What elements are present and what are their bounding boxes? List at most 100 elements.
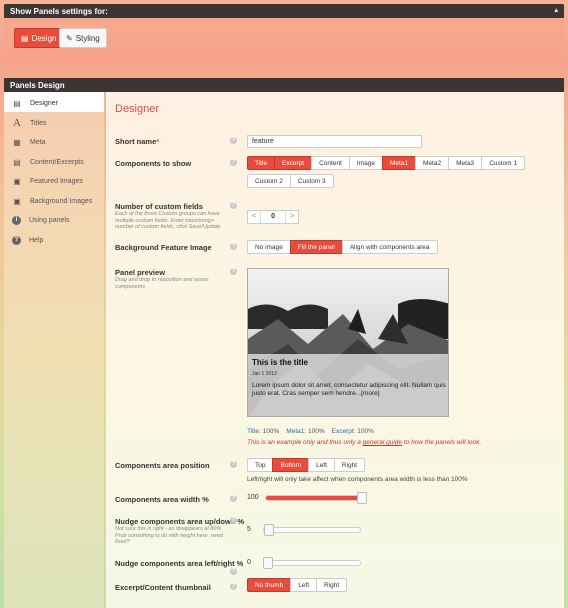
component-meta2-button[interactable]: Meta2 (415, 156, 450, 170)
slider-handle[interactable] (357, 491, 367, 504)
stat-excerpt-name: Excerpt: (331, 428, 356, 435)
preview-card[interactable]: This is the title Jan 1 2013 Lorem ipsum… (248, 354, 448, 416)
preview-stats: Title: 100% Meta1: 100% Excerpt: 100% (247, 428, 374, 435)
design-button[interactable]: ▤ Design (14, 28, 64, 48)
components-label: Components to show (115, 159, 192, 168)
titles-icon: A (13, 117, 21, 130)
help-icon[interactable]: ? (230, 568, 237, 575)
sidebar: ▤ Designer A Titles ▦ Meta ▤ Content/Exc… (4, 92, 105, 608)
help-icon[interactable]: ? (230, 461, 237, 468)
components-position-label: Components area position (115, 461, 210, 470)
sidebar-item-background-images[interactable]: ▣ Background Images (4, 190, 104, 210)
thumb-left-button[interactable]: Left (290, 578, 318, 592)
sidebar-item-content[interactable]: ▤ Content/Excerpts (4, 151, 104, 171)
short-name-label: Short name* (115, 137, 159, 146)
page-title: Designer (115, 103, 160, 115)
help-icon[interactable]: ? (230, 495, 237, 502)
align-components-button[interactable]: Align with components area (341, 240, 438, 254)
nudge-leftright-slider[interactable]: 0 (247, 556, 361, 569)
slider-track[interactable] (265, 491, 367, 504)
image-icon: ▣ (13, 177, 21, 187)
help-icon[interactable]: ? (230, 268, 237, 275)
settings-toggle-area: ▤ Design ✎ Styling (4, 18, 564, 66)
styling-label: Styling (75, 33, 100, 43)
sidebar-item-label: Titles (30, 119, 47, 127)
preview-card-meta: Jan 1 2013 (252, 371, 277, 377)
sidebar-item-help[interactable]: ? Help (4, 229, 104, 249)
bg-feature-label: Background Feature Image (115, 243, 212, 252)
pencil-icon: ✎ (66, 33, 73, 43)
help-icon[interactable]: ? (230, 159, 237, 166)
note-text-end: to how the panels will look. (402, 439, 482, 446)
nudge-updown-slider[interactable]: 5 (247, 523, 361, 536)
component-meta3-button[interactable]: Meta3 (448, 156, 483, 170)
info-icon: i (12, 216, 21, 226)
designer-panel: Designer Short name* ? feature Component… (106, 92, 564, 608)
help-icon[interactable]: ? (230, 243, 237, 250)
help-icon[interactable]: ? (230, 202, 237, 209)
no-image-button[interactable]: No image (247, 240, 291, 254)
slider-handle[interactable] (263, 523, 274, 536)
help-icon: ? (12, 235, 21, 245)
fill-panel-button[interactable]: Fill the panel (289, 240, 343, 254)
slider-handle[interactable] (263, 556, 273, 569)
short-name-input[interactable]: feature (247, 135, 422, 148)
collapse-icon[interactable]: ▴ (554, 6, 558, 14)
sidebar-item-label: Designer (30, 100, 59, 108)
panel-preview-desc: Drag and drop to reposition and resize c… (115, 277, 209, 290)
general-guide-link[interactable]: general guide (363, 439, 402, 446)
help-icon[interactable]: ? (230, 517, 237, 524)
help-icon[interactable]: ? (230, 583, 237, 590)
decrement-button[interactable]: < (248, 211, 260, 223)
stat-excerpt: Excerpt: 100% (332, 428, 374, 435)
stat-title: Title: 100% (247, 428, 279, 435)
components-button-group-row2: Custom 2 Custom 3 (247, 174, 334, 188)
nudge-leftright-label: Nudge components area left/right % (115, 559, 244, 568)
no-thumb-button[interactable]: No thumb (247, 578, 292, 592)
position-right-button[interactable]: Right (333, 458, 366, 472)
position-left-button[interactable]: Left (308, 458, 335, 472)
component-custom2-button[interactable]: Custom 2 (247, 174, 291, 188)
required-mark: * (156, 137, 160, 146)
components-width-value: 100 (247, 494, 259, 501)
component-custom3-button[interactable]: Custom 3 (289, 174, 334, 188)
custom-fields-stepper[interactable]: < 0 > (247, 210, 300, 224)
sidebar-item-label: Help (29, 236, 44, 244)
design-icon: ▤ (21, 33, 29, 43)
styling-button[interactable]: ✎ Styling (59, 28, 107, 48)
content-icon: ▤ (13, 157, 21, 167)
stat-meta1-name: Meta1: (286, 428, 307, 435)
components-width-slider[interactable]: 100 (247, 491, 367, 504)
sidebar-item-featured-images[interactable]: ▣ Featured Images (4, 170, 104, 190)
slider-track[interactable] (263, 523, 361, 536)
sidebar-item-using-panels[interactable]: i Using panels (4, 209, 104, 229)
sidebar-item-label: Content/Excerpts (30, 158, 84, 166)
component-image-button[interactable]: Image (348, 156, 383, 170)
settings-header: Show Panels settings for: ▴ (4, 4, 564, 18)
components-button-group: Title Excerpt Content Image Meta1 Meta2 … (247, 156, 526, 170)
sidebar-item-titles[interactable]: A Titles (4, 112, 104, 132)
stat-meta1: Meta1: 100% (286, 428, 324, 435)
help-icon[interactable]: ? (230, 137, 237, 144)
sidebar-item-designer[interactable]: ▤ Designer (4, 92, 104, 112)
stat-title-value: 100% (262, 428, 280, 435)
thumb-right-button[interactable]: Right (316, 578, 348, 592)
slider-track[interactable] (263, 556, 361, 569)
custom-fields-value: 0 (260, 211, 286, 223)
position-bottom-button[interactable]: Bottom (272, 458, 310, 472)
nudge-updown-value: 5 (247, 526, 251, 533)
nudge-updown-label: Nudge components area up/down % (115, 517, 245, 526)
slider-fill (266, 495, 362, 500)
component-content-button[interactable]: Content (311, 156, 350, 170)
panel-preview[interactable]: This is the title Jan 1 2013 Lorem ipsum… (247, 268, 449, 417)
component-meta1-button[interactable]: Meta1 (381, 156, 417, 170)
increment-button[interactable]: > (286, 211, 298, 223)
note-text: This is an example only and thus only a (247, 439, 363, 446)
component-title-button[interactable]: Title (247, 156, 276, 170)
sidebar-item-meta[interactable]: ▦ Meta (4, 131, 104, 151)
panels-design-header: Panels Design (4, 78, 564, 92)
position-top-button[interactable]: Top (247, 458, 274, 472)
component-excerpt-button[interactable]: Excerpt (274, 156, 313, 170)
nudge-leftright-value: 0 (247, 559, 251, 566)
component-custom1-button[interactable]: Custom 1 (481, 156, 526, 170)
